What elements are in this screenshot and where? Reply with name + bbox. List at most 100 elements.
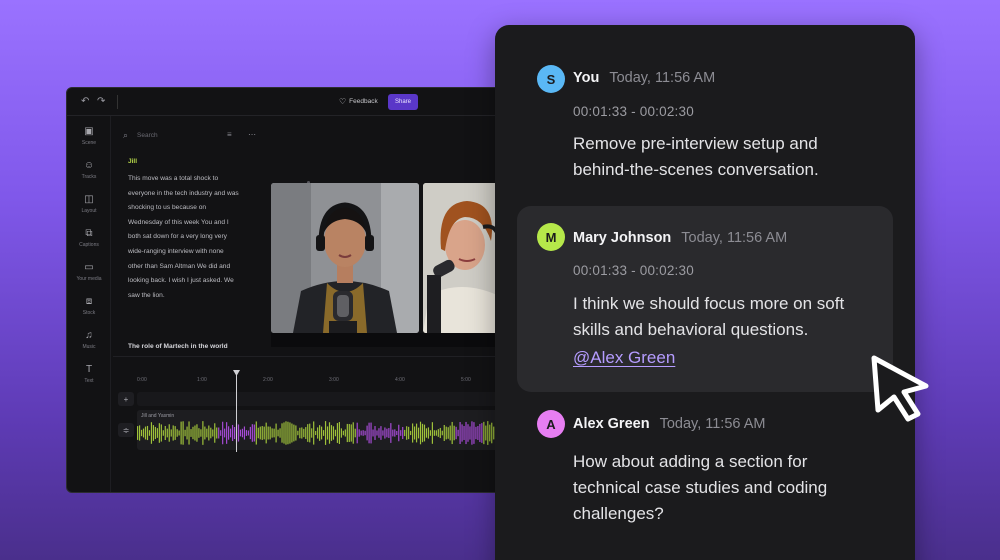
filter-icon[interactable]: ≡ — [227, 130, 232, 139]
waveform-bar — [485, 425, 487, 441]
waveform-bar — [443, 424, 445, 442]
empty-track[interactable] — [137, 392, 505, 406]
sidebar-item-layout[interactable]: ◫ Layout — [67, 194, 111, 214]
waveform-bar — [194, 425, 196, 441]
timeline-tick: 4:00 — [395, 377, 405, 383]
heart-icon: ♡ — [339, 97, 347, 106]
waveform-bar — [281, 423, 283, 443]
mention-link[interactable]: @Alex Green — [573, 345, 675, 371]
text-icon: T — [85, 364, 93, 375]
waveform-bar — [332, 426, 335, 440]
feedback-button[interactable]: ♡ Feedback — [339, 97, 378, 106]
transcript-text[interactable]: This move was a total shock to everyone … — [128, 172, 240, 303]
waveform-bar — [273, 428, 275, 438]
more-icon[interactable]: ⋯ — [248, 130, 256, 139]
waveform-bar — [402, 426, 404, 440]
waveform-bar — [449, 425, 451, 441]
waveform-bar — [156, 428, 158, 438]
waveform-bar — [198, 428, 200, 438]
avatar-initial: A — [546, 416, 556, 432]
waveform-bar — [267, 426, 269, 440]
waveform-bar — [245, 430, 248, 436]
sidebar-item-label: Your media — [76, 276, 102, 282]
waveform-bar — [398, 424, 400, 442]
audio-track[interactable]: Jill and Yasmin — [137, 410, 505, 450]
comment-time: Today, 11:56 AM — [609, 70, 716, 86]
timeline-tick: 0:00 — [137, 377, 147, 383]
transcript-search: ⌕ Search ≡ ⋯ — [123, 130, 256, 142]
track-settings-button[interactable]: ≑ — [118, 423, 134, 437]
playhead-handle[interactable] — [233, 370, 240, 376]
waveform-bar — [400, 430, 402, 436]
waveform-bar — [386, 428, 388, 438]
waveform-bar — [237, 424, 240, 442]
waveform-bar — [338, 422, 340, 444]
sidebar-item-stock[interactable]: ⧈ Stock — [67, 296, 111, 316]
waveform-bar — [475, 426, 477, 440]
sidebar-item-your-media[interactable]: ▭ Your media — [67, 262, 111, 282]
add-track-button[interactable]: + — [118, 392, 134, 406]
waveform-bar — [358, 429, 360, 437]
comment-item[interactable]: M Mary Johnson Today, 11:56 AM 00:01:33 -… — [517, 206, 893, 392]
waveform-bar — [166, 428, 168, 438]
sidebar-item-text[interactable]: T Text — [67, 364, 111, 384]
waveform-bar — [487, 421, 489, 445]
comment-text: Remove pre-interview setup and behind-th… — [573, 134, 819, 179]
share-button[interactable]: Share — [388, 94, 418, 110]
search-input[interactable]: Search — [137, 132, 158, 139]
waveform-bar — [364, 430, 366, 436]
waveform-bar — [158, 423, 160, 443]
sidebar-item-tracks[interactable]: ☺ Tracks — [67, 160, 111, 180]
sidebar-item-music[interactable]: ♫ Music — [67, 330, 111, 350]
waveform-bar — [228, 426, 230, 440]
waveform-bar — [226, 422, 228, 444]
waveform-bar — [192, 426, 194, 440]
waveform-bar — [160, 424, 162, 442]
waveform-bar — [176, 429, 178, 437]
captions-icon: ⧉ — [85, 228, 93, 239]
sidebar-item-label: Text — [84, 378, 94, 384]
comment-timestamp-range[interactable]: 00:01:33 - 00:02:30 — [573, 104, 694, 119]
comment-item[interactable]: S You Today, 11:56 AM 00:01:33 - 00:02:30… — [517, 49, 893, 209]
waveform-bar — [222, 421, 224, 445]
waveform-bar — [317, 427, 319, 439]
waveform-bar — [150, 422, 153, 444]
sidebar-item-captions[interactable]: ⧉ Captions — [67, 228, 111, 248]
audio-waveform — [137, 421, 505, 445]
waveform-bar — [263, 426, 265, 440]
avatar-initial: S — [546, 71, 556, 87]
waveform-bar — [421, 423, 424, 443]
waveform-bar — [384, 427, 386, 439]
comment-timestamp-range[interactable]: 00:01:33 - 00:02:30 — [573, 263, 694, 278]
waveform-bar — [297, 430, 299, 436]
waveform-bar — [415, 423, 418, 443]
avatar: A — [537, 410, 565, 438]
waveform-bar — [275, 423, 277, 443]
waveform-bar — [283, 422, 285, 444]
waveform-bar — [324, 421, 327, 445]
redo-icon[interactable]: ↷ — [97, 96, 105, 107]
playhead[interactable] — [236, 370, 237, 452]
waveform-bar — [433, 430, 435, 436]
comment-time: Today, 11:56 AM — [659, 416, 766, 432]
sidebar-item-scene[interactable]: ▣ Scene — [67, 126, 111, 146]
search-icon: ⌕ — [123, 130, 129, 140]
video-frame-host — [423, 183, 505, 333]
tracks-icon: ☺ — [83, 160, 95, 171]
waveform-bar — [427, 427, 430, 439]
toolbar-divider — [117, 95, 118, 109]
layout-icon: ◫ — [84, 194, 94, 205]
timeline-tick: 1:00 — [197, 377, 207, 383]
comment-item[interactable]: A Alex Green Today, 11:56 AM How about ad… — [517, 395, 893, 555]
mouse-pointer-icon — [871, 355, 929, 422]
waveform-bar — [469, 426, 471, 440]
waveform-bar — [392, 429, 394, 437]
waveform-bar — [315, 430, 317, 436]
waveform-bar — [481, 423, 483, 443]
comment-text: How about adding a section for technical… — [573, 452, 828, 523]
waveform-bar — [372, 429, 374, 437]
waveform-bar — [303, 428, 305, 438]
waveform-bar — [210, 427, 212, 439]
undo-icon[interactable]: ↶ — [81, 96, 89, 107]
waveform-bar — [362, 430, 364, 436]
